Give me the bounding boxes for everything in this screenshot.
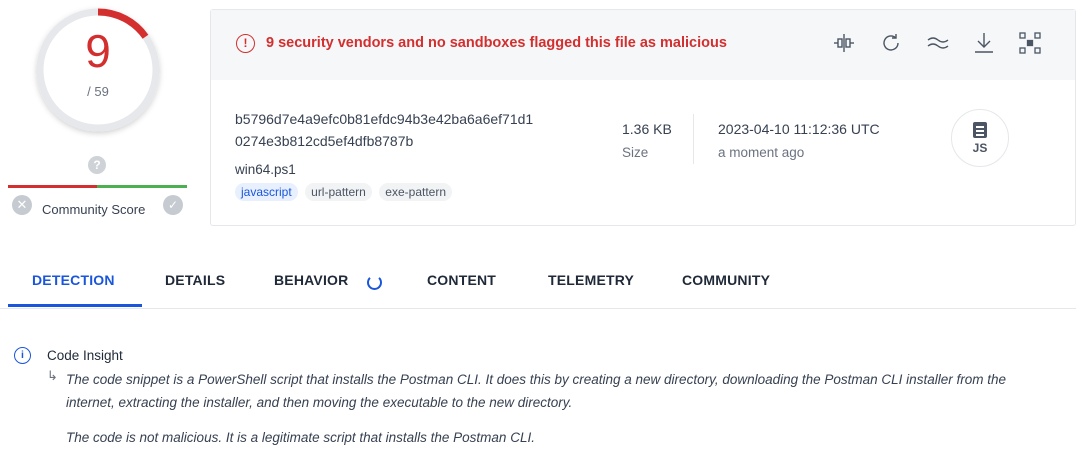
file-size-label: Size (622, 145, 649, 160)
question-icon[interactable]: ? (88, 156, 106, 174)
info-icon: i (14, 347, 31, 364)
tab-bar: DETECTION DETAILS BEHAVIOR CONTENT TELEM… (0, 258, 1076, 309)
alert-icon: ! (236, 34, 255, 53)
file-type-badge: JS (951, 109, 1009, 167)
file-summary-card: ! 9 security vendors and no sandboxes fl… (210, 9, 1076, 226)
detection-alert-text: 9 security vendors and no sandboxes flag… (266, 35, 727, 51)
engine-total: / 59 (87, 84, 109, 99)
document-icon (973, 122, 987, 138)
tab-detection[interactable]: DETECTION (32, 272, 115, 288)
vote-malicious-icon[interactable]: ✕ (12, 195, 32, 215)
download-icon[interactable] (971, 30, 997, 56)
code-insight-title: Code Insight (47, 348, 123, 363)
file-type-label: JS (972, 141, 988, 155)
reanalyze-icon[interactable] (878, 30, 904, 56)
active-tab-indicator (8, 304, 142, 307)
file-hash-line-1: b5796d7e4a9efc0b81efdc94b3e42ba6a6ef71d1 (235, 111, 534, 127)
detection-alert-bar: ! 9 security vendors and no sandboxes fl… (211, 10, 1075, 80)
file-hash-line-2: 0274e3b812cd5ef4dfb8787b (235, 133, 414, 149)
loading-spinner-icon (367, 275, 382, 290)
code-insight-verdict: The code is not malicious. It is a legit… (66, 430, 535, 445)
reply-arrow-icon: ↳ (47, 368, 58, 383)
tab-content[interactable]: CONTENT (427, 272, 496, 288)
tab-behavior[interactable]: BEHAVIOR (274, 272, 348, 288)
divider (693, 114, 694, 164)
graph-icon[interactable] (1017, 30, 1043, 56)
analysis-date-relative: a moment ago (718, 145, 805, 160)
community-score-bar (8, 185, 187, 188)
vote-harmless-icon[interactable]: ✓ (163, 195, 183, 215)
tag-url-pattern[interactable]: url-pattern (305, 183, 372, 201)
file-tags: javascript url-pattern exe-pattern (235, 183, 455, 201)
tab-community[interactable]: COMMUNITY (682, 272, 770, 288)
tag-exe-pattern[interactable]: exe-pattern (379, 183, 452, 201)
tab-details[interactable]: DETAILS (165, 272, 225, 288)
analysis-date-value: 2023-04-10 11:12:36 UTC (718, 121, 880, 137)
tab-telemetry[interactable]: TELEMETRY (548, 272, 634, 288)
file-name: win64.ps1 (235, 162, 296, 177)
tag-javascript[interactable]: javascript (235, 183, 298, 201)
detection-count: 9 (85, 25, 111, 77)
detection-score: 9 / 59 (28, 0, 168, 140)
code-insight-summary: The code snippet is a PowerShell script … (66, 372, 1006, 410)
file-size-value: 1.36 KB (622, 121, 672, 137)
similar-icon[interactable] (925, 30, 951, 56)
community-score-label: Community Score (42, 202, 146, 217)
file-hash[interactable]: b5796d7e4a9efc0b81efdc94b3e42ba6a6ef71d1… (235, 108, 585, 152)
compare-icon[interactable] (831, 30, 857, 56)
